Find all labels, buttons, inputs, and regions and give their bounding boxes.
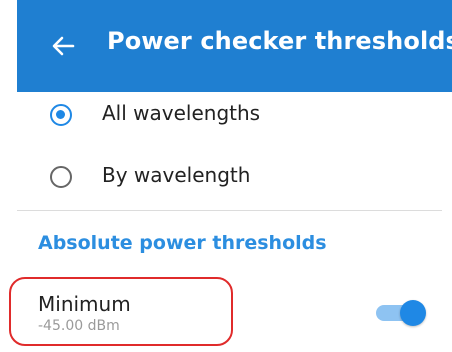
option-label: By wavelength xyxy=(102,163,251,187)
radio-button-unselected[interactable] xyxy=(50,166,72,188)
minimum-setting-row[interactable]: Minimum -45.00 dBm xyxy=(17,282,452,352)
section-header: Absolute power thresholds xyxy=(38,232,327,254)
screen: Power checker thresholds All wavelengths… xyxy=(0,0,452,352)
radio-button-selected[interactable] xyxy=(50,104,72,126)
option-label: All wavelengths xyxy=(102,101,261,125)
page-title: Power checker thresholds xyxy=(107,27,452,55)
divider xyxy=(17,210,442,211)
minimum-title: Minimum xyxy=(38,292,131,316)
minimum-value: -45.00 dBm xyxy=(38,318,120,334)
app-bar: Power checker thresholds xyxy=(17,0,452,92)
option-by-wavelength[interactable]: By wavelength xyxy=(17,154,442,214)
settings-content: All wavelengths By wavelength Absolute p… xyxy=(17,92,452,352)
minimum-toggle[interactable] xyxy=(376,298,426,326)
option-all-wavelengths[interactable]: All wavelengths xyxy=(17,92,442,152)
arrow-left-icon[interactable] xyxy=(47,30,79,62)
toggle-thumb xyxy=(400,300,426,326)
